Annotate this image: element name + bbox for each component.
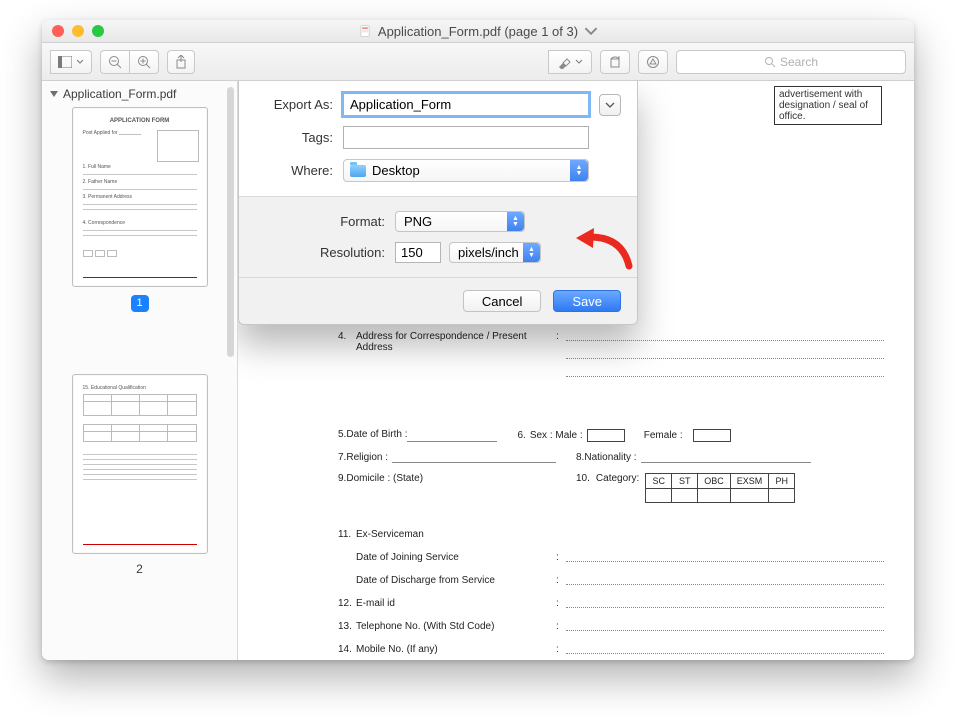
rotate-button[interactable] [600, 50, 630, 74]
format-value: PNG [404, 214, 432, 229]
markup-button[interactable] [638, 50, 668, 74]
rotate-icon [608, 55, 622, 69]
cancel-button[interactable]: Cancel [463, 290, 541, 312]
field-13-label: Telephone No. (With Std Code) [356, 621, 556, 632]
field-7-label: Religion : [346, 452, 388, 463]
markup-icon [646, 55, 660, 69]
page-thumbnail-1[interactable]: APPLICATION FORM Post Applied for ______… [72, 107, 208, 287]
chevron-down-icon [584, 24, 598, 38]
search-placeholder: Search [780, 55, 818, 69]
page-1-badge: 1 [131, 295, 149, 312]
search-icon [764, 56, 776, 68]
window-title-text: Application_Form.pdf (page 1 of 3) [378, 24, 578, 39]
field-12-label: E-mail id [356, 598, 556, 609]
popup-arrows-icon: ▲▼ [507, 212, 524, 231]
popup-arrows-icon: ▲▼ [523, 243, 540, 262]
preview-window: Application_Form.pdf (page 1 of 3) [42, 20, 914, 660]
tags-input[interactable] [343, 126, 589, 149]
format-label: Format: [255, 214, 395, 229]
where-popup[interactable]: Desktop ▲▼ [343, 159, 589, 182]
export-dialog: Export As: Tags: Where: [238, 81, 638, 325]
category-table: SCSTOBCEXSMPH [645, 473, 795, 503]
field-11b-label: Date of Discharge from Service [356, 575, 556, 586]
popup-arrows-icon: ▲▼ [570, 160, 588, 181]
export-as-input[interactable] [343, 93, 589, 116]
export-as-label: Export As: [255, 97, 343, 112]
pdf-file-icon [358, 24, 372, 38]
resolution-input[interactable] [395, 242, 441, 263]
save-button[interactable]: Save [553, 290, 621, 312]
resolution-units-popup[interactable]: pixels/inch ▲▼ [449, 242, 541, 263]
toolbar: Search [42, 43, 914, 81]
chevron-down-icon [76, 58, 84, 66]
page-2-label: 2 [50, 562, 229, 576]
zoom-in-icon [137, 55, 151, 69]
chevron-down-icon [605, 100, 615, 110]
zoom-out-icon [108, 55, 122, 69]
field-11-label: Ex-Serviceman [356, 529, 556, 540]
window-controls [52, 25, 104, 37]
field-8-label: Nationality : [584, 452, 636, 463]
field-14-label: Mobile No. (If any) [356, 644, 556, 655]
sidebar-scrollbar[interactable] [227, 87, 234, 357]
zoom-out-button[interactable] [100, 50, 129, 74]
field-11a-label: Date of Joining Service [356, 552, 556, 563]
field-6b-label: Female : [644, 430, 683, 441]
window-title[interactable]: Application_Form.pdf (page 1 of 3) [358, 24, 598, 39]
sidebar-mode-button[interactable] [50, 50, 92, 74]
thumbnail-sidebar: Application_Form.pdf APPLICATION FORM Po… [42, 81, 238, 660]
field-5-label: Date of Birth : [346, 429, 407, 442]
tags-label: Tags: [255, 130, 343, 145]
chevron-down-icon [575, 58, 583, 66]
field-10-label: Category: [596, 473, 639, 484]
resolution-units-value: pixels/inch [458, 245, 519, 260]
field-9-label: Domicile : (State) [346, 473, 423, 484]
stamp-text: advertisement with designation / seal of… [774, 86, 882, 125]
sidebar-file-label: Application_Form.pdf [63, 87, 176, 101]
search-field[interactable]: Search [676, 50, 906, 74]
folder-icon [350, 165, 366, 177]
page-thumbnail-2[interactable]: 15. Educational Qualification [72, 374, 208, 554]
document-view[interactable]: advertisement with designation / seal of… [238, 81, 914, 660]
highlighter-icon [557, 55, 571, 69]
expand-save-panel-button[interactable] [599, 94, 621, 116]
highlight-button[interactable] [548, 50, 592, 74]
title-bar: Application_Form.pdf (page 1 of 3) [42, 20, 914, 43]
zoom-window-button[interactable] [92, 25, 104, 37]
resolution-label: Resolution: [255, 245, 395, 260]
zoom-in-button[interactable] [129, 50, 159, 74]
sidebar-file-header[interactable]: Application_Form.pdf [50, 87, 229, 101]
field-4-label: Address for Correspondence / Present Add… [356, 331, 556, 353]
share-button[interactable] [167, 50, 195, 74]
close-window-button[interactable] [52, 25, 64, 37]
format-popup[interactable]: PNG ▲▼ [395, 211, 525, 232]
sidebar-icon [58, 56, 72, 68]
where-label: Where: [255, 163, 343, 178]
share-icon [175, 55, 187, 69]
minimize-window-button[interactable] [72, 25, 84, 37]
where-value: Desktop [372, 163, 420, 178]
field-6-label: Sex : Male : [530, 430, 583, 441]
